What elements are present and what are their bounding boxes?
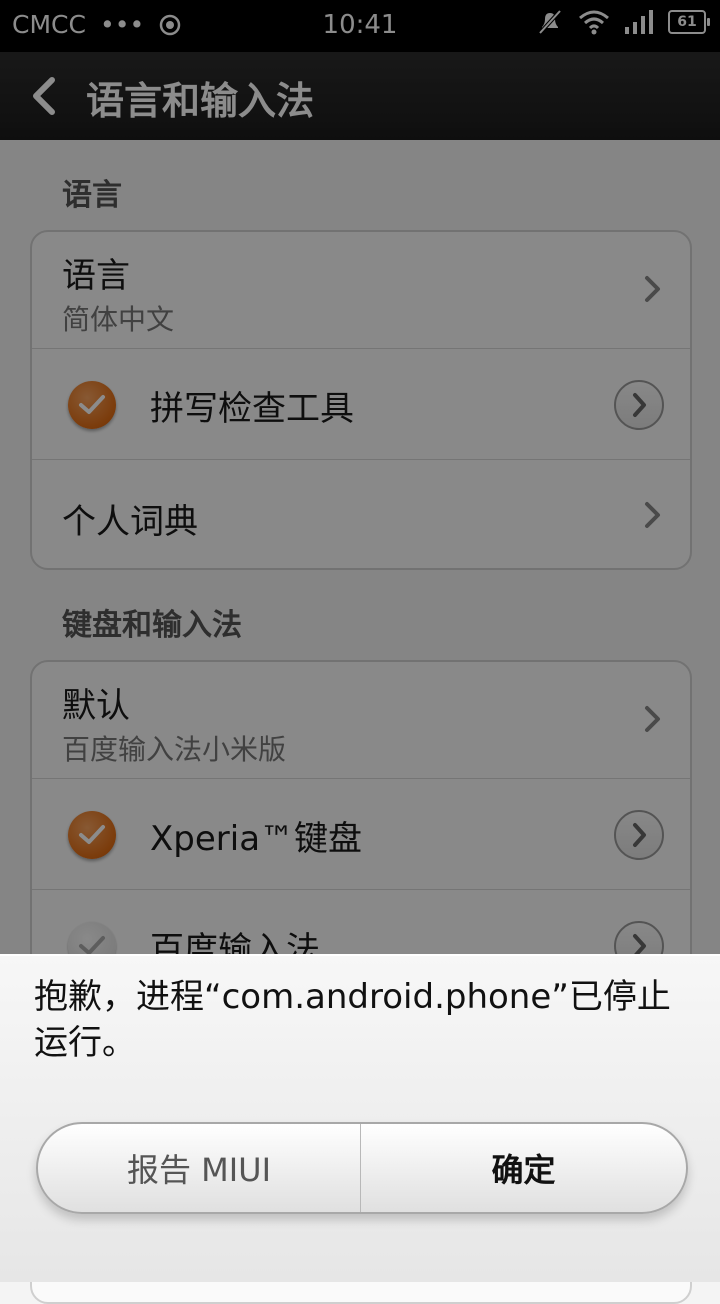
ok-button[interactable]: 确定 [361, 1124, 686, 1212]
report-miui-button[interactable]: 报告 MIUI [38, 1124, 361, 1212]
dialog-message: 抱歉，进程“com.android.phone”已停止运行。 [34, 977, 671, 1063]
error-dialog: 抱歉，进程“com.android.phone”已停止运行。 报告 MIUI 确… [0, 954, 720, 1282]
dialog-button-group: 报告 MIUI 确定 [36, 1122, 688, 1214]
